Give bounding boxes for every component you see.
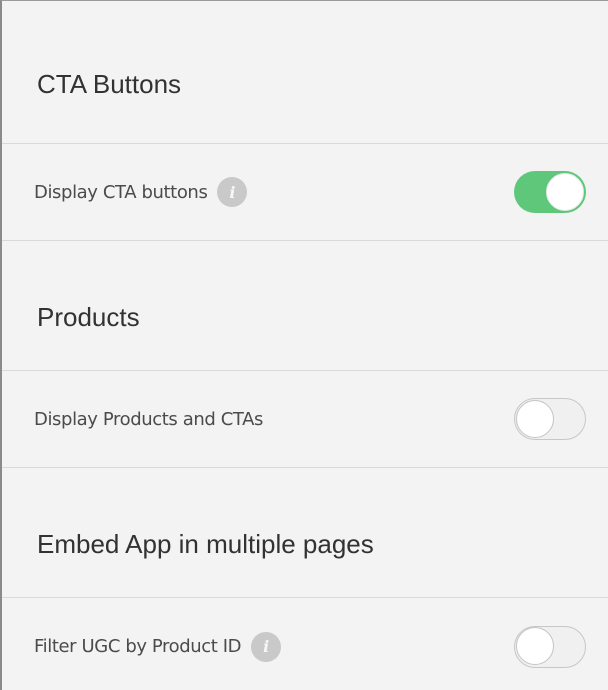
section-header-cta-buttons: CTA Buttons bbox=[2, 1, 608, 144]
section-title: Embed App in multiple pages bbox=[37, 529, 374, 559]
info-icon[interactable]: i bbox=[217, 177, 248, 207]
setting-label: Display Products and CTAs bbox=[34, 408, 263, 430]
display-cta-buttons-toggle[interactable] bbox=[514, 171, 586, 213]
settings-panel: CTA Buttons Display CTA buttons i Produc… bbox=[0, 0, 608, 690]
setting-row-display-cta-buttons: Display CTA buttons i bbox=[2, 144, 608, 241]
section-title: Products bbox=[37, 302, 140, 332]
section-header-products: Products bbox=[2, 241, 608, 371]
section-header-embed-app: Embed App in multiple pages bbox=[2, 468, 608, 598]
toggle-knob bbox=[546, 173, 584, 211]
display-products-toggle[interactable] bbox=[514, 398, 586, 440]
info-icon[interactable]: i bbox=[251, 631, 282, 662]
toggle-knob bbox=[516, 399, 554, 438]
setting-label: Display CTA buttons bbox=[34, 181, 208, 203]
setting-label: Filter UGC by Product ID bbox=[34, 636, 242, 657]
filter-ugc-toggle[interactable] bbox=[514, 625, 586, 668]
toggle-knob bbox=[516, 627, 554, 665]
setting-row-display-products: Display Products and CTAs bbox=[2, 371, 608, 468]
setting-row-filter-ugc: Filter UGC by Product ID i bbox=[2, 598, 608, 690]
section-title: CTA Buttons bbox=[37, 68, 182, 99]
